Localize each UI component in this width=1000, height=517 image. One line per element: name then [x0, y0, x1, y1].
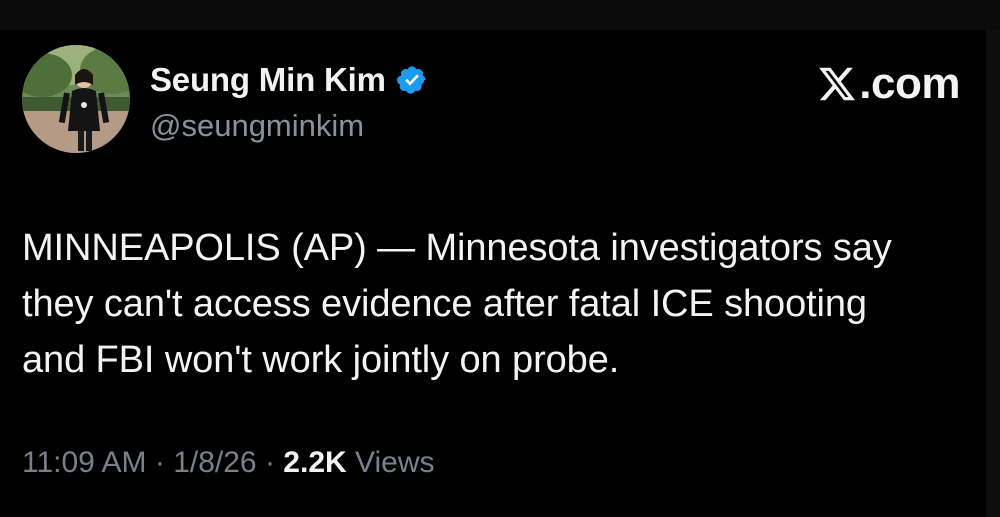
- meta-separator: ·: [146, 446, 174, 479]
- x-brand[interactable]: .com: [816, 59, 960, 108]
- top-bar: [0, 0, 1000, 30]
- brand-domain-label: .com: [859, 59, 960, 108]
- tweet-meta: 11:09 AM · 1/8/26 · 2.2K Views: [22, 446, 435, 480]
- author-handle[interactable]: @seungminkim: [150, 108, 364, 144]
- avatar-photo: [22, 45, 130, 153]
- author-display-name[interactable]: Seung Min Kim: [150, 61, 386, 99]
- tweet-line: MINNEAPOLIS (AP) — Minnesota investigato…: [22, 227, 892, 269]
- meta-separator: ·: [256, 446, 284, 479]
- avatar[interactable]: [22, 45, 130, 153]
- tweet-line: they can't access evidence after fatal I…: [22, 283, 867, 325]
- right-edge-strip: [986, 30, 1000, 517]
- views-count[interactable]: 2.2K: [283, 446, 346, 480]
- tweet-line: and FBI won't work jointly on probe.: [22, 339, 620, 381]
- tweet-time[interactable]: 11:09 AM: [22, 446, 147, 480]
- verified-badge-icon: [396, 64, 428, 96]
- x-logo-icon: [816, 64, 858, 104]
- author-name-row[interactable]: Seung Min Kim: [150, 60, 428, 100]
- tweet-text: MINNEAPOLIS (AP) — Minnesota investigato…: [22, 220, 982, 388]
- tweet-date[interactable]: 1/8/26: [173, 446, 256, 480]
- views-label: Views: [346, 446, 435, 479]
